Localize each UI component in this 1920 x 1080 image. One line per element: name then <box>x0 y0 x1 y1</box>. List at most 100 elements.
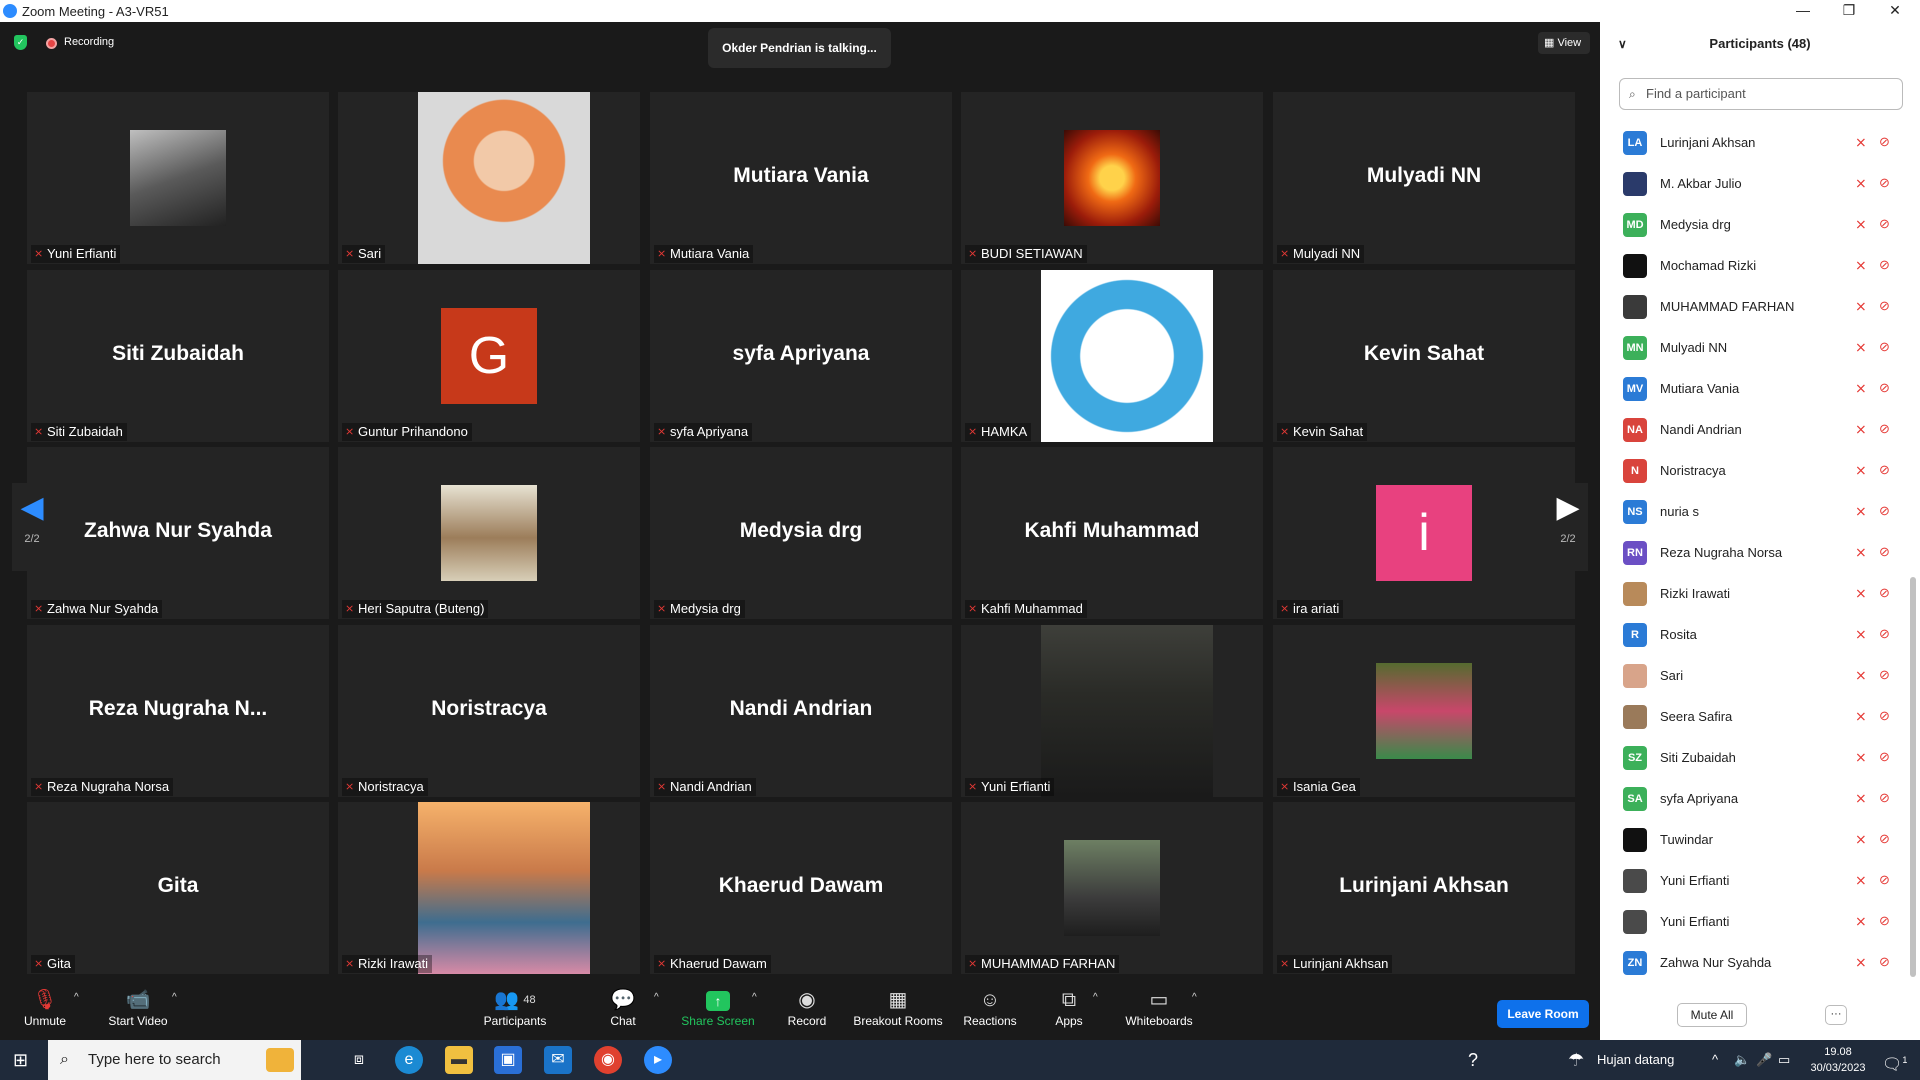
video-tile[interactable]: syfa Apriyana ⨯ syfa Apriyana <box>650 270 952 442</box>
recording-label[interactable]: Recording <box>64 36 114 48</box>
microphone-icon[interactable]: 🎤 <box>1756 1040 1772 1080</box>
camera-off-icon[interactable]: ⊘ <box>1879 831 1890 847</box>
video-tile[interactable]: Zahwa Nur Syahda ⨯ Zahwa Nur Syahda <box>27 447 329 619</box>
notification-icon[interactable]: 🗨1 <box>1882 1040 1907 1080</box>
video-tile[interactable]: ⨯ Yuni Erfianti <box>27 92 329 264</box>
help-icon[interactable]: ? <box>1468 1040 1478 1080</box>
participant-row[interactable]: N Noristracya ⨯ ⊘ <box>1600 450 1900 491</box>
mic-muted-icon[interactable]: ⨯ <box>1855 544 1867 561</box>
mic-muted-icon[interactable]: ⨯ <box>1855 421 1867 438</box>
minimize-icon[interactable]: — <box>1780 0 1826 22</box>
camera-off-icon[interactable]: ⊘ <box>1879 544 1890 560</box>
mic-muted-icon[interactable]: ⨯ <box>1855 790 1867 807</box>
camera-off-icon[interactable]: ⊘ <box>1879 503 1890 519</box>
taskbar-clock[interactable]: 19.08 30/03/2023 <box>1808 1044 1868 1076</box>
chrome-icon[interactable]: ◉ <box>594 1046 622 1074</box>
camera-off-icon[interactable]: ⊘ <box>1879 708 1890 724</box>
more-options-button[interactable]: ··· <box>1825 1005 1847 1025</box>
video-tile[interactable]: Lurinjani Akhsan ⨯ Lurinjani Akhsan <box>1273 802 1575 974</box>
breakout-rooms-button[interactable]: ▦ Breakout Rooms <box>848 986 948 1028</box>
mic-muted-icon[interactable]: ⨯ <box>1855 462 1867 479</box>
video-tile[interactable]: i ⨯ ira ariati <box>1273 447 1575 619</box>
video-tile[interactable]: Mutiara Vania ⨯ Mutiara Vania <box>650 92 952 264</box>
camera-off-icon[interactable]: ⊘ <box>1879 954 1890 970</box>
participant-row[interactable]: LA Lurinjani Akhsan ⨯ ⊘ <box>1600 122 1900 163</box>
participant-row[interactable]: RN Reza Nugraha Norsa ⨯ ⊘ <box>1600 532 1900 573</box>
camera-off-icon[interactable]: ⊘ <box>1879 134 1890 150</box>
camera-off-icon[interactable]: ⊘ <box>1879 585 1890 601</box>
participants-button[interactable]: 👥 48 Participants <box>470 986 560 1028</box>
video-tile[interactable]: G ⨯ Guntur Prihandono <box>338 270 640 442</box>
whiteboards-caret-icon[interactable]: ^ <box>1192 992 1197 1003</box>
mic-muted-icon[interactable]: ⨯ <box>1855 626 1867 643</box>
participant-row[interactable]: MN Mulyadi NN ⨯ ⊘ <box>1600 327 1900 368</box>
video-tile[interactable]: ⨯ MUHAMMAD FARHAN <box>961 802 1263 974</box>
mic-muted-icon[interactable]: ⨯ <box>1855 257 1867 274</box>
participant-row[interactable]: Sari ⨯ ⊘ <box>1600 655 1900 696</box>
participant-row[interactable]: Yuni Erfianti ⨯ ⊘ <box>1600 860 1900 901</box>
weather-label[interactable]: Hujan datang <box>1597 1040 1674 1080</box>
next-page-button[interactable]: ▶ 2/2 <box>1548 483 1588 571</box>
share-screen-button[interactable]: ↑ Share Screen <box>672 986 764 1028</box>
camera-off-icon[interactable]: ⊘ <box>1879 175 1890 191</box>
participant-row[interactable]: Mochamad Rizki ⨯ ⊘ <box>1600 245 1900 286</box>
video-tile[interactable]: Kevin Sahat ⨯ Kevin Sahat <box>1273 270 1575 442</box>
camera-off-icon[interactable]: ⊘ <box>1879 216 1890 232</box>
participant-search-input[interactable]: ⌕ Find a participant <box>1619 78 1903 110</box>
camera-off-icon[interactable]: ⊘ <box>1879 462 1890 478</box>
mic-muted-icon[interactable]: ⨯ <box>1855 831 1867 848</box>
participant-row[interactable]: MD Medysia drg ⨯ ⊘ <box>1600 204 1900 245</box>
mic-muted-icon[interactable]: ⨯ <box>1855 298 1867 315</box>
edge-icon[interactable]: e <box>395 1046 423 1074</box>
mic-muted-icon[interactable]: ⨯ <box>1855 749 1867 766</box>
chat-caret-icon[interactable]: ^ <box>654 992 659 1003</box>
video-tile[interactable]: Khaerud Dawam ⨯ Khaerud Dawam <box>650 802 952 974</box>
video-tile[interactable]: Mulyadi NN ⨯ Mulyadi NN <box>1273 92 1575 264</box>
video-tile[interactable]: Kahfi Muhammad ⨯ Kahfi Muhammad <box>961 447 1263 619</box>
mail-icon[interactable]: ✉ <box>544 1046 572 1074</box>
video-tile[interactable]: Noristracya ⨯ Noristracya <box>338 625 640 797</box>
participant-row[interactable]: SZ Siti Zubaidah ⨯ ⊘ <box>1600 737 1900 778</box>
leave-room-button[interactable]: Leave Room <box>1497 1000 1589 1028</box>
network-icon[interactable]: ▭ <box>1778 1040 1790 1080</box>
mic-muted-icon[interactable]: ⨯ <box>1855 872 1867 889</box>
participant-row[interactable]: R Rosita ⨯ ⊘ <box>1600 614 1900 655</box>
mic-muted-icon[interactable]: ⨯ <box>1855 585 1867 602</box>
video-tile[interactable]: ⨯ Rizki Irawati <box>338 802 640 974</box>
mute-all-button[interactable]: Mute All <box>1677 1003 1747 1027</box>
apps-button[interactable]: ⧉ Apps <box>1024 986 1114 1028</box>
participant-row[interactable]: NS nuria s ⨯ ⊘ <box>1600 491 1900 532</box>
mic-muted-icon[interactable]: ⨯ <box>1855 134 1867 151</box>
mic-muted-icon[interactable]: ⨯ <box>1855 339 1867 356</box>
share-caret-icon[interactable]: ^ <box>752 992 757 1003</box>
previous-page-button[interactable]: ◀ 2/2 <box>12 483 52 571</box>
video-options-caret-icon[interactable]: ^ <box>172 992 177 1003</box>
windows-start-icon[interactable]: ⊞ <box>13 1050 33 1070</box>
mic-muted-icon[interactable]: ⨯ <box>1855 175 1867 192</box>
camera-off-icon[interactable]: ⊘ <box>1879 872 1890 888</box>
whiteboards-button[interactable]: ▭ Whiteboards <box>1114 986 1204 1028</box>
mic-muted-icon[interactable]: ⨯ <box>1855 667 1867 684</box>
participant-row[interactable]: MV Mutiara Vania ⨯ ⊘ <box>1600 368 1900 409</box>
mic-muted-icon[interactable]: ⨯ <box>1855 708 1867 725</box>
reactions-button[interactable]: ☺ Reactions <box>945 986 1035 1028</box>
video-tile[interactable]: Siti Zubaidah ⨯ Siti Zubaidah <box>27 270 329 442</box>
participant-row[interactable]: Seera Safira ⨯ ⊘ <box>1600 696 1900 737</box>
participant-row[interactable]: M. Akbar Julio ⨯ ⊘ <box>1600 163 1900 204</box>
restore-icon[interactable]: ❐ <box>1826 0 1872 22</box>
camera-off-icon[interactable]: ⊘ <box>1879 790 1890 806</box>
participant-row[interactable]: ZN Zahwa Nur Syahda ⨯ ⊘ <box>1600 942 1900 983</box>
participant-list-scrollbar[interactable] <box>1910 577 1916 977</box>
chevron-down-icon[interactable]: ∨ <box>1618 22 1627 66</box>
video-tile[interactable]: ⨯ HAMKA <box>961 270 1263 442</box>
video-tile[interactable]: ⨯ BUDI SETIAWAN <box>961 92 1263 264</box>
participant-row[interactable]: MUHAMMAD FARHAN ⨯ ⊘ <box>1600 286 1900 327</box>
participant-row[interactable]: Tuwindar ⨯ ⊘ <box>1600 819 1900 860</box>
speaker-icon[interactable]: 🔈 <box>1734 1040 1750 1080</box>
camera-off-icon[interactable]: ⊘ <box>1879 257 1890 273</box>
close-icon[interactable]: ✕ <box>1872 0 1918 22</box>
camera-off-icon[interactable]: ⊘ <box>1879 421 1890 437</box>
record-button[interactable]: ◉ Record <box>762 986 852 1028</box>
participant-row[interactable]: NA Nandi Andrian ⨯ ⊘ <box>1600 409 1900 450</box>
video-tile[interactable]: Medysia drg ⨯ Medysia drg <box>650 447 952 619</box>
